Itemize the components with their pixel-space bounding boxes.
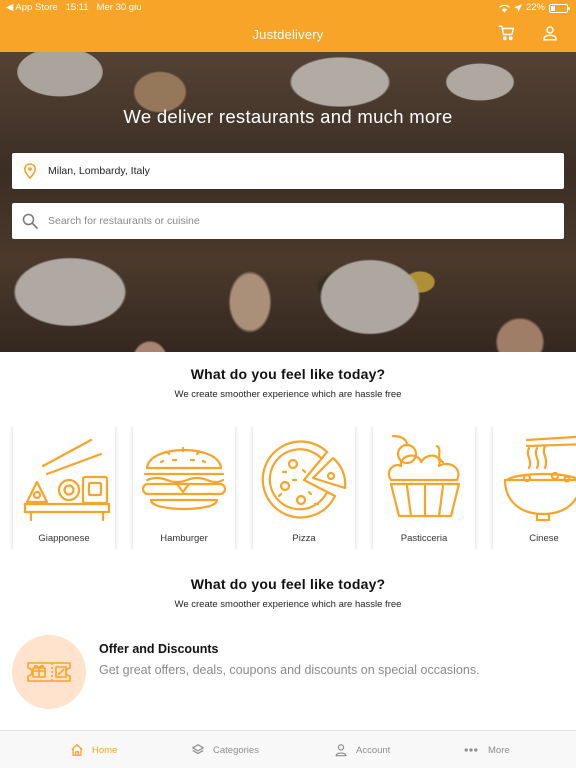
offer-description: Get great offers, deals, coupons and dis… bbox=[99, 663, 480, 677]
tab-account-label: Account bbox=[356, 744, 391, 756]
user-icon bbox=[335, 744, 347, 757]
more-dots-icon bbox=[464, 748, 478, 752]
category-label: Hamburger bbox=[160, 533, 208, 544]
hero-title: We deliver restaurants and much more bbox=[123, 106, 453, 127]
pizza-icon bbox=[261, 440, 347, 519]
location-field[interactable]: Milan, Lombardy, Italy bbox=[12, 153, 564, 189]
cart-icon[interactable] bbox=[498, 24, 516, 42]
status-date: Mer 30 giu bbox=[96, 2, 142, 13]
category-card-pizza[interactable]: Pizza bbox=[253, 426, 355, 550]
location-arrow-icon bbox=[513, 4, 522, 12]
search-icon bbox=[12, 203, 48, 239]
hero-overlay bbox=[0, 52, 576, 352]
categories-title: What do you feel like today? bbox=[190, 366, 386, 382]
tab-bar: Home Categories Account More bbox=[0, 730, 576, 768]
status-right: 22% bbox=[499, 0, 570, 16]
noodles-icon bbox=[503, 435, 576, 522]
back-to-app-store[interactable]: ◀ App Store bbox=[6, 2, 58, 13]
app-root: ◀ App Store 15:11 Mer 30 giu 22% Justdel… bbox=[0, 0, 576, 768]
status-time: 15:11 bbox=[65, 2, 89, 13]
category-label: Giapponese bbox=[38, 533, 90, 544]
user-icon[interactable] bbox=[541, 24, 559, 42]
search-input[interactable] bbox=[48, 215, 528, 227]
category-carousel[interactable]: Giapponese Hamburger Pizza Pasticceria C… bbox=[0, 426, 576, 550]
top-bar: ◀ App Store 15:11 Mer 30 giu 22% Justdel… bbox=[0, 0, 576, 52]
hero-banner: We deliver restaurants and much more Mil… bbox=[0, 52, 576, 352]
cupcake-icon bbox=[387, 434, 461, 518]
offer-badge[interactable] bbox=[12, 635, 86, 709]
tab-home[interactable]: Home bbox=[70, 731, 117, 768]
hamburger-icon bbox=[141, 446, 227, 511]
categories-subtitle: We create smoother experience which are … bbox=[174, 389, 402, 400]
tab-more[interactable]: More bbox=[462, 731, 510, 768]
wifi-icon bbox=[499, 4, 510, 12]
gift-ticket-icon bbox=[27, 662, 71, 682]
category-card-giapponese[interactable]: Giapponese bbox=[13, 426, 115, 550]
search-field[interactable] bbox=[12, 203, 564, 239]
tab-more-label: More bbox=[488, 744, 510, 756]
tab-home-label: Home bbox=[92, 744, 118, 756]
category-label: Cinese bbox=[529, 533, 559, 544]
category-label: Pasticceria bbox=[400, 533, 448, 544]
home-icon bbox=[71, 744, 83, 756]
battery-icon bbox=[549, 3, 570, 13]
category-card-cinese[interactable]: Cinese bbox=[493, 426, 576, 550]
offer-title[interactable]: Offer and Discounts bbox=[99, 642, 218, 656]
category-label: Pizza bbox=[292, 533, 316, 544]
battery-percent: 22% bbox=[525, 2, 545, 13]
status-bar: ◀ App Store 15:11 Mer 30 giu 22% bbox=[0, 0, 576, 16]
sushi-icon bbox=[23, 438, 111, 522]
tab-categories[interactable]: Categories bbox=[191, 731, 259, 768]
status-left: ◀ App Store 15:11 Mer 30 giu bbox=[6, 0, 141, 16]
tab-account[interactable]: Account bbox=[334, 731, 390, 768]
category-card-pasticceria[interactable]: Pasticceria bbox=[373, 426, 475, 550]
layers-icon bbox=[192, 744, 204, 755]
category-card-hamburger[interactable]: Hamburger bbox=[133, 426, 235, 550]
location-value: Milan, Lombardy, Italy bbox=[48, 165, 150, 177]
tab-categories-label: Categories bbox=[213, 744, 259, 756]
location-pin-icon bbox=[12, 153, 48, 189]
offers-subtitle: We create smoother experience which are … bbox=[174, 599, 402, 610]
offers-title: What do you feel like today? bbox=[190, 576, 386, 592]
app-title: Justdelivery bbox=[252, 27, 324, 42]
